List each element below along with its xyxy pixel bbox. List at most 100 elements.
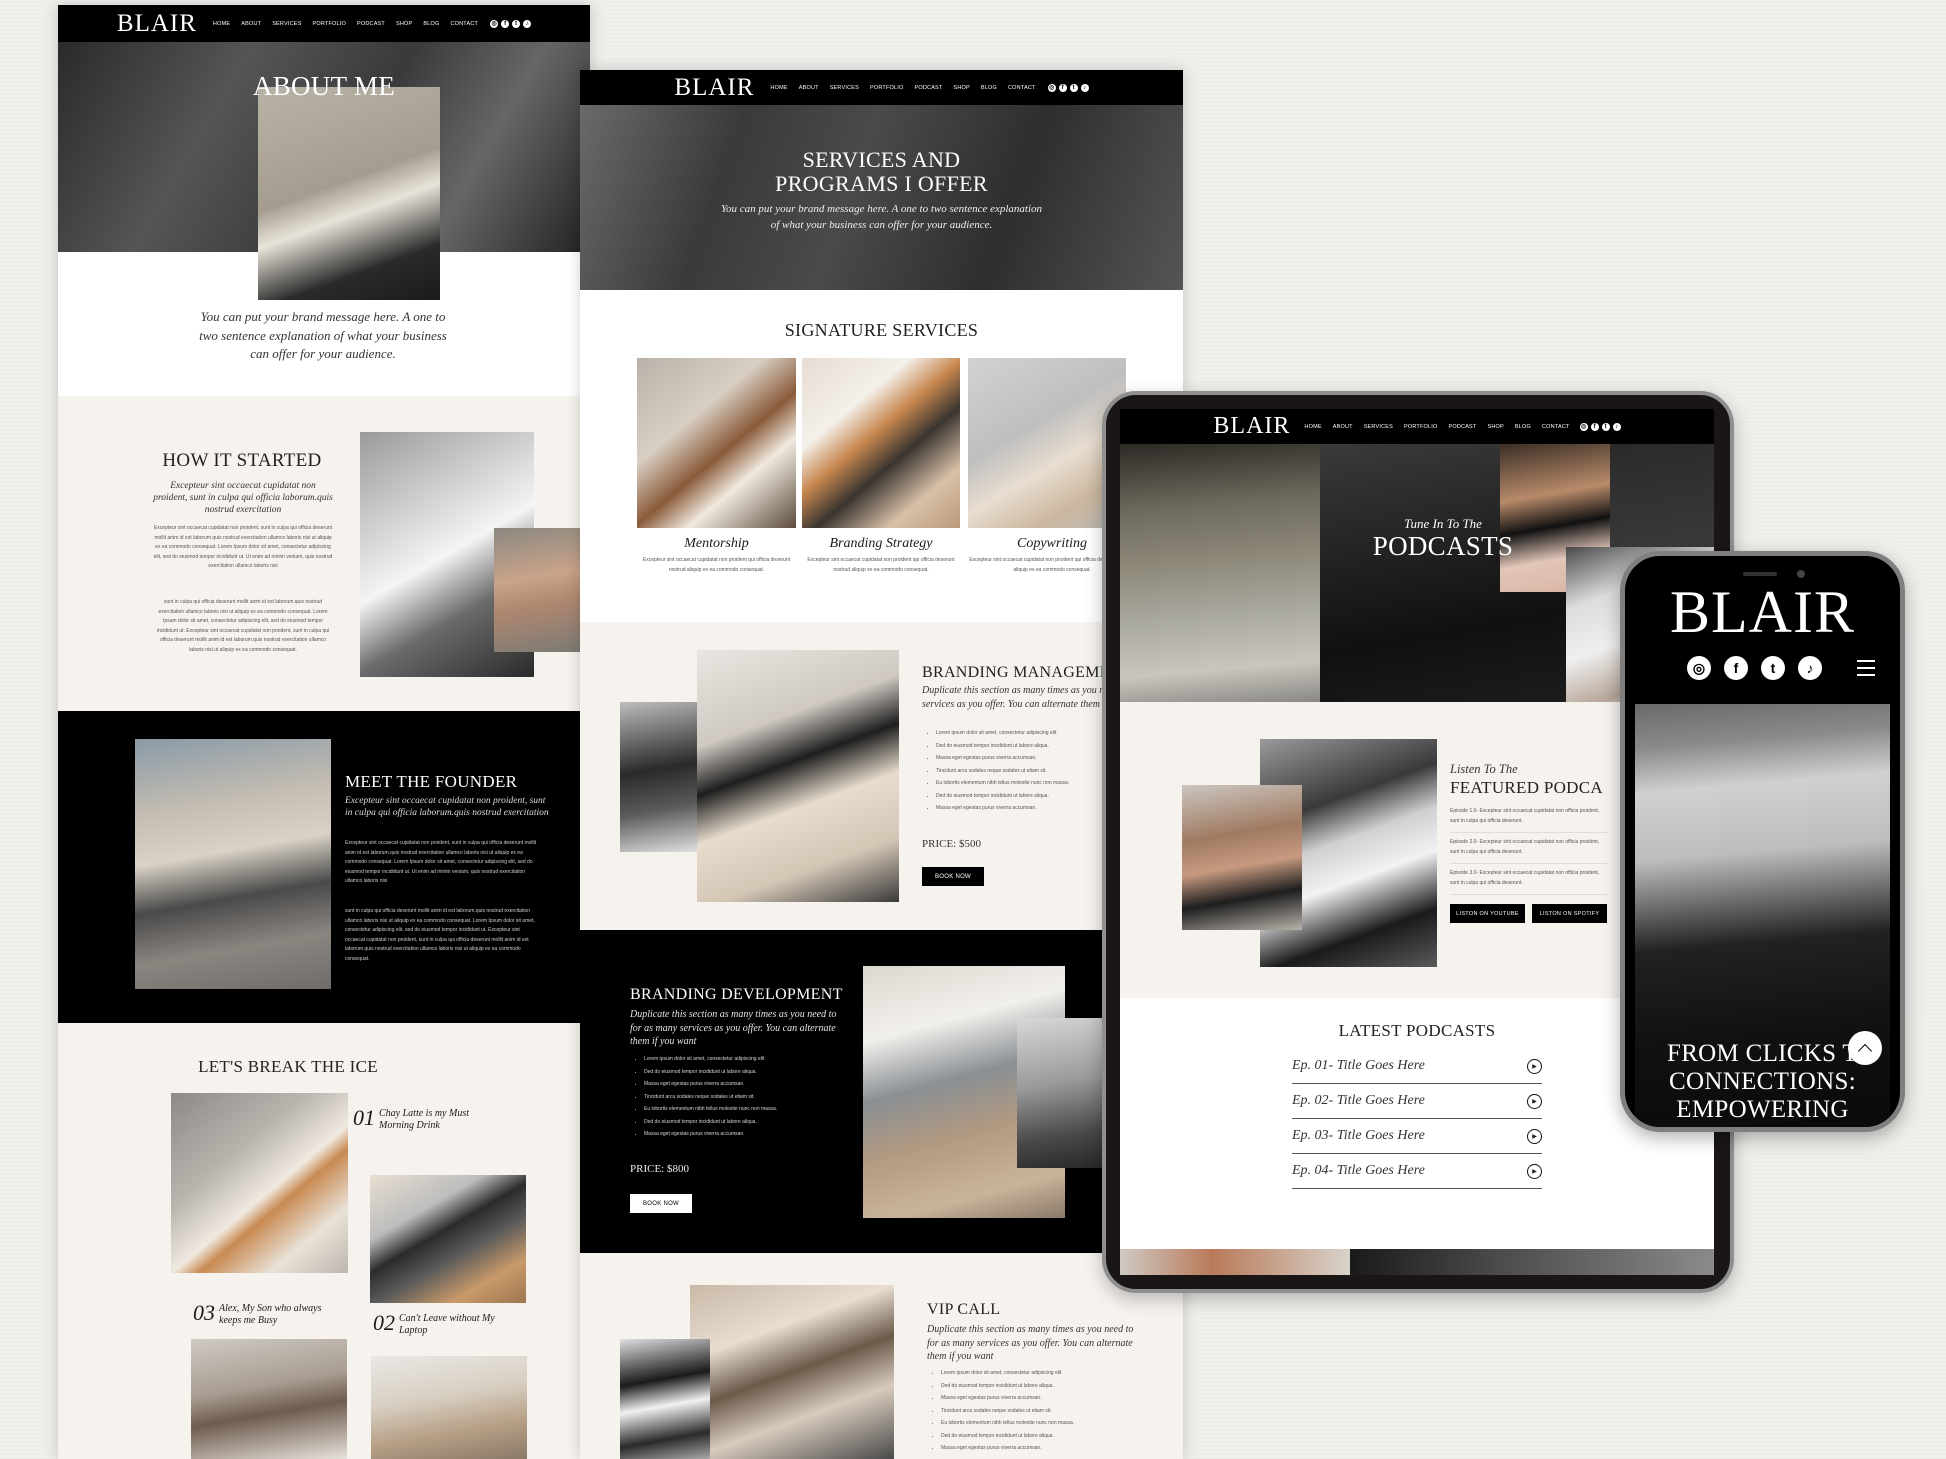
twitter-icon[interactable]: t: [1601, 422, 1610, 431]
nav-link-shop[interactable]: SHOP: [1488, 424, 1504, 430]
play-icon[interactable]: ▶: [1527, 1163, 1542, 1179]
service-name-mentorship: Mentorship: [684, 536, 749, 551]
instagram-icon[interactable]: ◎: [1579, 422, 1588, 431]
how-it-started-section: HOW IT STARTED Excepteur sint occaecat c…: [58, 396, 590, 711]
nav-link-portfolio[interactable]: PORTFOLIO: [313, 21, 346, 27]
brand-logo[interactable]: BLAIR: [117, 10, 197, 38]
nav-links: HOME ABOUT SERVICES PORTFOLIO PODCAST SH…: [770, 85, 1035, 91]
instagram-icon[interactable]: ◎: [1687, 656, 1711, 680]
nav-link-shop[interactable]: SHOP: [396, 21, 412, 27]
branding-management-section: BRANDING MANAGEMENT Duplicate this secti…: [580, 622, 1183, 930]
tiktok-icon[interactable]: ♪: [523, 19, 532, 28]
founder-photo: [135, 739, 331, 989]
podcast-nav-bar: BLAIR HOME ABOUT SERVICES PORTFOLIO PODC…: [1120, 409, 1714, 444]
nav-link-services[interactable]: SERVICES: [830, 85, 859, 91]
facebook-icon[interactable]: f: [501, 19, 510, 28]
facebook-icon[interactable]: f: [1590, 422, 1599, 431]
signature-services-title: SIGNATURE SERVICES: [784, 320, 979, 340]
nav-link-podcast[interactable]: PODCAST: [357, 21, 385, 27]
featured-episode-3[interactable]: Episode 3.0- Excepteur sint occaecat cup…: [1450, 869, 1607, 895]
play-icon[interactable]: ▶: [1527, 1128, 1542, 1144]
nav-link-portfolio[interactable]: PORTFOLIO: [1404, 424, 1437, 430]
brand-logo[interactable]: BLAIR: [1213, 413, 1290, 440]
nav-link-blog[interactable]: BLOG: [423, 21, 439, 27]
phone-device-frame: BLAIR ◎ f t ♪ FROM CLICKS T CONNECTIONS:…: [1620, 551, 1905, 1132]
branding-management-photo-inset: [620, 702, 697, 852]
podcast-hero-kicker: Tune In To The: [1404, 516, 1482, 531]
episode-row-4[interactable]: Ep. 04- Title Goes Here ▶: [1292, 1154, 1542, 1189]
meet-the-founder-section: MEET THE FOUNDER Excepteur sint occaecat…: [58, 711, 590, 1023]
feature-item: Tincidunt arcu sodales neque sodales ut …: [644, 1091, 845, 1104]
founder-subtitle: Excepteur sint occaecat cupidatat non pr…: [345, 796, 549, 818]
ice-fact-2-number: 02: [373, 1310, 395, 1335]
nav-link-blog[interactable]: BLOG: [1515, 424, 1531, 430]
branding-development-price: PRICE: $800: [630, 1163, 689, 1175]
episode-row-2[interactable]: Ep. 02- Title Goes Here ▶: [1292, 1084, 1542, 1119]
vip-call-photo-main: [690, 1285, 894, 1459]
ice-fact-3-text: Alex, My Son who always keeps me Busy: [219, 1303, 322, 1326]
nav-link-blog[interactable]: BLOG: [981, 85, 997, 91]
hamburger-menu-icon[interactable]: [1857, 660, 1875, 676]
scroll-to-top-button[interactable]: [1848, 1031, 1882, 1065]
branding-management-photo-main: [697, 650, 899, 902]
nav-link-about[interactable]: ABOUT: [241, 21, 261, 27]
nav-link-about[interactable]: ABOUT: [799, 85, 819, 91]
nav-link-home[interactable]: HOME: [1304, 424, 1321, 430]
nav-link-contact[interactable]: CONTACT: [1542, 424, 1570, 430]
nav-link-podcast[interactable]: PODCAST: [1449, 424, 1477, 430]
twitter-icon[interactable]: t: [1069, 83, 1078, 92]
episode-row-1[interactable]: Ep. 01- Title Goes Here ▶: [1292, 1049, 1542, 1084]
facebook-icon[interactable]: f: [1724, 656, 1748, 680]
play-icon[interactable]: ▶: [1527, 1058, 1542, 1074]
nav-link-home[interactable]: HOME: [213, 21, 230, 27]
listen-on-spotify-button[interactable]: LISTON ON SPOTIFY: [1532, 904, 1607, 923]
featured-episode-2[interactable]: Episode 2.0- Excepteur sint occaecat cup…: [1450, 838, 1607, 864]
nav-link-contact[interactable]: CONTACT: [450, 21, 478, 27]
ice-fact-2-text: Can't Leave without My Laptop: [399, 1313, 495, 1336]
branding-management-features: Lorem ipsum dolor sit amet, consectetur …: [922, 727, 1122, 815]
featured-episode-1[interactable]: Episode 1.0- Excepteur sint occaecat cup…: [1450, 807, 1607, 833]
play-icon[interactable]: ▶: [1527, 1093, 1542, 1109]
episode-title: Ep. 03- Title Goes Here: [1292, 1128, 1425, 1143]
nav-link-home[interactable]: HOME: [770, 85, 787, 91]
nav-link-portfolio[interactable]: PORTFOLIO: [870, 85, 903, 91]
nav-link-about[interactable]: ABOUT: [1333, 424, 1353, 430]
service-desc-mentorship: Excepteur sint occaecat cupidatat non pr…: [642, 557, 791, 573]
featured-photo-legs: [1182, 785, 1302, 930]
how-it-started-photo-inset: [494, 528, 590, 652]
nav-link-services[interactable]: SERVICES: [272, 21, 301, 27]
tiktok-icon[interactable]: ♪: [1798, 656, 1822, 680]
founder-title: MEET THE FOUNDER: [345, 772, 518, 791]
service-name-branding-strategy: Branding Strategy: [829, 536, 933, 551]
podcast-footer-photo-2: [1350, 1249, 1714, 1275]
twitter-icon[interactable]: t: [1761, 656, 1785, 680]
branding-development-book-button[interactable]: BOOK NOW: [630, 1194, 692, 1213]
instagram-icon[interactable]: ◎: [490, 19, 499, 28]
twitter-icon[interactable]: t: [512, 19, 521, 28]
feature-item: Massa eget egestas purus viverra accumsa…: [936, 752, 1122, 765]
phone-brand-logo[interactable]: BLAIR: [1625, 578, 1900, 647]
about-hero-photo: [258, 87, 440, 300]
branding-management-book-button[interactable]: BOOK NOW: [922, 867, 984, 886]
ice-breaker-section: LET'S BREAK THE ICE 01 Chay Latte is my …: [58, 1023, 590, 1459]
tiktok-icon[interactable]: ♪: [1612, 422, 1621, 431]
episode-title: Ep. 02- Title Goes Here: [1292, 1093, 1425, 1108]
tiktok-icon[interactable]: ♪: [1080, 83, 1089, 92]
nav-link-services[interactable]: SERVICES: [1364, 424, 1393, 430]
listen-on-youtube-button[interactable]: LISTON ON YOUTUBE: [1450, 904, 1525, 923]
brand-logo[interactable]: BLAIR: [674, 74, 754, 102]
ice-fact-3: 03 Alex, My Son who always keeps me Busy: [193, 1302, 353, 1327]
instagram-icon[interactable]: ◎: [1047, 83, 1056, 92]
founder-paragraph-2: sunt in culpa qui officia deserunt molli…: [345, 908, 535, 962]
nav-links: HOME ABOUT SERVICES PORTFOLIO PODCAST SH…: [213, 21, 478, 27]
nav-link-contact[interactable]: CONTACT: [1008, 85, 1036, 91]
feature-item: Lorem ipsum dolor sit amet, consectetur …: [941, 1367, 1127, 1380]
episode-row-3[interactable]: Ep. 03- Title Goes Here ▶: [1292, 1119, 1542, 1154]
feature-item: Ded do eiusmod tempor incididunt ut labo…: [936, 790, 1122, 803]
episode-title: Ep. 01- Title Goes Here: [1292, 1058, 1425, 1073]
branding-development-subtitle: Duplicate this section as many times as …: [630, 1009, 837, 1047]
nav-link-shop[interactable]: SHOP: [954, 85, 970, 91]
nav-link-podcast[interactable]: PODCAST: [915, 85, 943, 91]
facebook-icon[interactable]: f: [1058, 83, 1067, 92]
podcast-hero-photo-right: [1610, 444, 1714, 547]
